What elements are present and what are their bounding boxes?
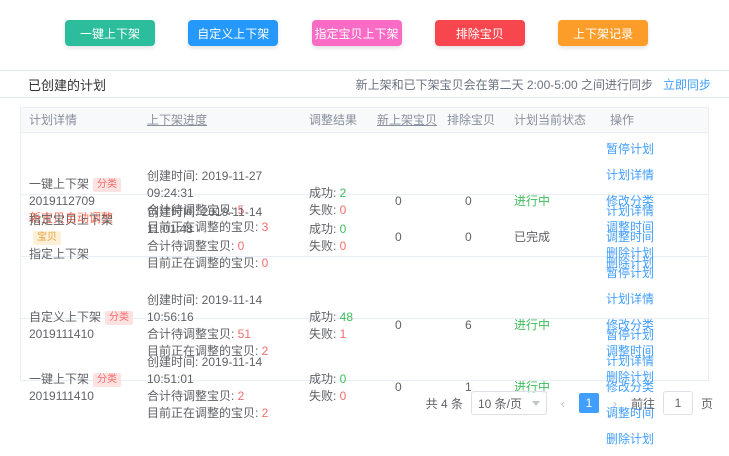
success-label: 成功: <box>309 222 340 236</box>
col-plan-status: 计划当前状态 <box>506 112 602 129</box>
plan-tag: 分类 <box>93 373 121 387</box>
created-label: 创建时间: <box>147 355 202 369</box>
plan-id: 2019111410 <box>29 326 139 343</box>
col-shelf-progress: 上下架进度 <box>139 112 301 129</box>
fail-value: 0 <box>340 389 347 403</box>
next-page-icon[interactable]: › <box>607 396 623 411</box>
fail-value: 1 <box>340 327 347 341</box>
page-number-button[interactable]: 1 <box>579 393 599 413</box>
plan-name: 一键上下架 <box>29 177 89 191</box>
created-label: 创建时间: <box>147 169 202 183</box>
plan-name: 自定义上下架 <box>29 310 101 324</box>
plan-tag: 分类 <box>105 311 133 325</box>
created-label: 创建时间: <box>147 293 202 307</box>
row-actions: 暂停计划 计划详情 修改分类 调整时间 删除计划 <box>602 319 708 456</box>
page-size-select[interactable]: 10 条/页 <box>471 391 547 415</box>
adjust-time-link[interactable]: 调整时间 <box>606 229 654 246</box>
modify-category-link[interactable]: 修改分类 <box>606 379 654 396</box>
pause-plan-link[interactable]: 暂停计划 <box>606 265 654 282</box>
toolbar: 一键上下架 自定义上下架 指定宝贝上下架 排除宝贝 上下架记录 <box>65 20 648 46</box>
sync-note: 新上架和已下架宝贝会在第二天 2:00-5:00 之间进行同步 <box>356 76 653 93</box>
plan-tag: 宝贝 <box>33 231 61 245</box>
success-label: 成功: <box>309 372 340 386</box>
plan-id: 2019111410 <box>29 388 139 405</box>
pending-value: 0 <box>238 239 245 253</box>
pending-label: 合计待调整宝贝: <box>147 389 238 403</box>
pending-label: 合计待调整宝贝: <box>147 327 238 341</box>
goto-page-input[interactable] <box>663 391 693 415</box>
table-header-row: 计划详情 上下架进度 调整结果 新上架宝贝 排除宝贝 计划当前状态 操作 <box>21 108 708 133</box>
success-label: 成功: <box>309 186 340 200</box>
plan-details-link[interactable]: 计划详情 <box>606 353 654 370</box>
shelf-progress: 创建时间: 2019-11-14 10:51:01 合计待调整宝贝: 2 目前正… <box>139 346 301 430</box>
plans-table: 计划详情 上下架进度 调整结果 新上架宝贝 排除宝贝 计划当前状态 操作 一键上… <box>20 107 709 381</box>
adjusting-value: 0 <box>262 256 269 270</box>
adjusting-label: 目前正在调整的宝贝: <box>147 256 262 270</box>
plan-details-link[interactable]: 计划详情 <box>606 291 654 308</box>
col-new-items: 新上架宝贝 <box>369 112 439 129</box>
success-label: 成功: <box>309 310 340 324</box>
custom-onoff-shelf-button[interactable]: 自定义上下架 <box>188 20 278 46</box>
goto-label: 前往 <box>631 395 655 412</box>
status-badge: 已完成 <box>506 221 602 254</box>
panel-title: 已创建的计划 <box>28 75 106 94</box>
fail-label: 失败: <box>309 389 340 403</box>
pending-value: 51 <box>238 327 251 341</box>
pause-plan-link[interactable]: 暂停计划 <box>606 141 654 158</box>
page-unit-label: 页 <box>701 395 713 412</box>
plan-id: 指定上下架 <box>29 246 139 263</box>
plan-details-link[interactable]: 计划详情 <box>606 203 654 220</box>
fail-value: 0 <box>340 239 347 253</box>
adjust-result: 成功: 0 失败: 0 <box>301 213 369 263</box>
page-size-value: 10 条/页 <box>478 395 522 412</box>
plan-details: 指定宝贝上下架宝贝 指定上下架 <box>21 204 139 271</box>
pending-label: 合计待调整宝贝: <box>147 239 238 253</box>
new-items-count: 0 <box>369 221 439 254</box>
panel-header: 已创建的计划 新上架和已下架宝贝会在第二天 2:00-5:00 之间进行同步 立… <box>0 70 729 98</box>
exclude-items-button[interactable]: 排除宝贝 <box>435 20 525 46</box>
success-value: 0 <box>340 222 347 236</box>
onoff-shelf-records-button[interactable]: 上下架记录 <box>558 20 648 46</box>
status-badge: 进行中 <box>506 309 602 342</box>
new-items-count: 0 <box>369 185 439 218</box>
success-value: 2 <box>340 186 347 200</box>
adjust-result: 成功: 48 失败: 1 <box>301 301 369 351</box>
plan-name: 一键上下架 <box>29 372 89 386</box>
shelf-progress: 创建时间: 2019-11-14 11:01:48 合计待调整宝贝: 0 目前正… <box>139 196 301 280</box>
adjust-result: 成功: 0 失败: 0 <box>301 363 369 413</box>
col-adjust-result: 调整结果 <box>301 112 369 129</box>
excluded-count: 0 <box>439 221 506 254</box>
pause-plan-link[interactable]: 暂停计划 <box>606 327 654 344</box>
fail-label: 失败: <box>309 239 340 253</box>
table-row: 一键上下架分类 2019112709 新宝贝自动调整 创建时间: 2019-11… <box>21 133 708 195</box>
chevron-down-icon <box>532 401 540 406</box>
excluded-count: 0 <box>439 185 506 218</box>
col-plan-details: 计划详情 <box>21 112 139 129</box>
plan-tag: 分类 <box>93 178 121 192</box>
col-actions: 操作 <box>602 112 708 129</box>
plan-details-link[interactable]: 计划详情 <box>606 167 654 184</box>
success-value: 48 <box>340 310 353 324</box>
new-items-count: 0 <box>369 309 439 342</box>
col-excluded-items: 排除宝贝 <box>439 112 506 129</box>
sync-now-link[interactable]: 立即同步 <box>663 76 711 93</box>
status-badge: 进行中 <box>506 185 602 218</box>
prev-page-icon[interactable]: ‹ <box>555 396 571 411</box>
pending-value: 2 <box>238 389 245 403</box>
excluded-count: 6 <box>439 309 506 342</box>
one-key-onoff-shelf-button[interactable]: 一键上下架 <box>65 20 155 46</box>
plan-details: 自定义上下架分类 2019111410 <box>21 301 139 351</box>
specified-item-onoff-shelf-button[interactable]: 指定宝贝上下架 <box>312 20 402 46</box>
delete-plan-link[interactable]: 删除计划 <box>606 431 654 448</box>
total-count: 共 4 条 <box>426 395 463 412</box>
created-label: 创建时间: <box>147 205 202 219</box>
success-value: 0 <box>340 372 347 386</box>
plan-name: 指定宝贝上下架 <box>29 213 113 227</box>
fail-label: 失败: <box>309 327 340 341</box>
plan-details: 一键上下架分类 2019111410 <box>21 363 139 413</box>
